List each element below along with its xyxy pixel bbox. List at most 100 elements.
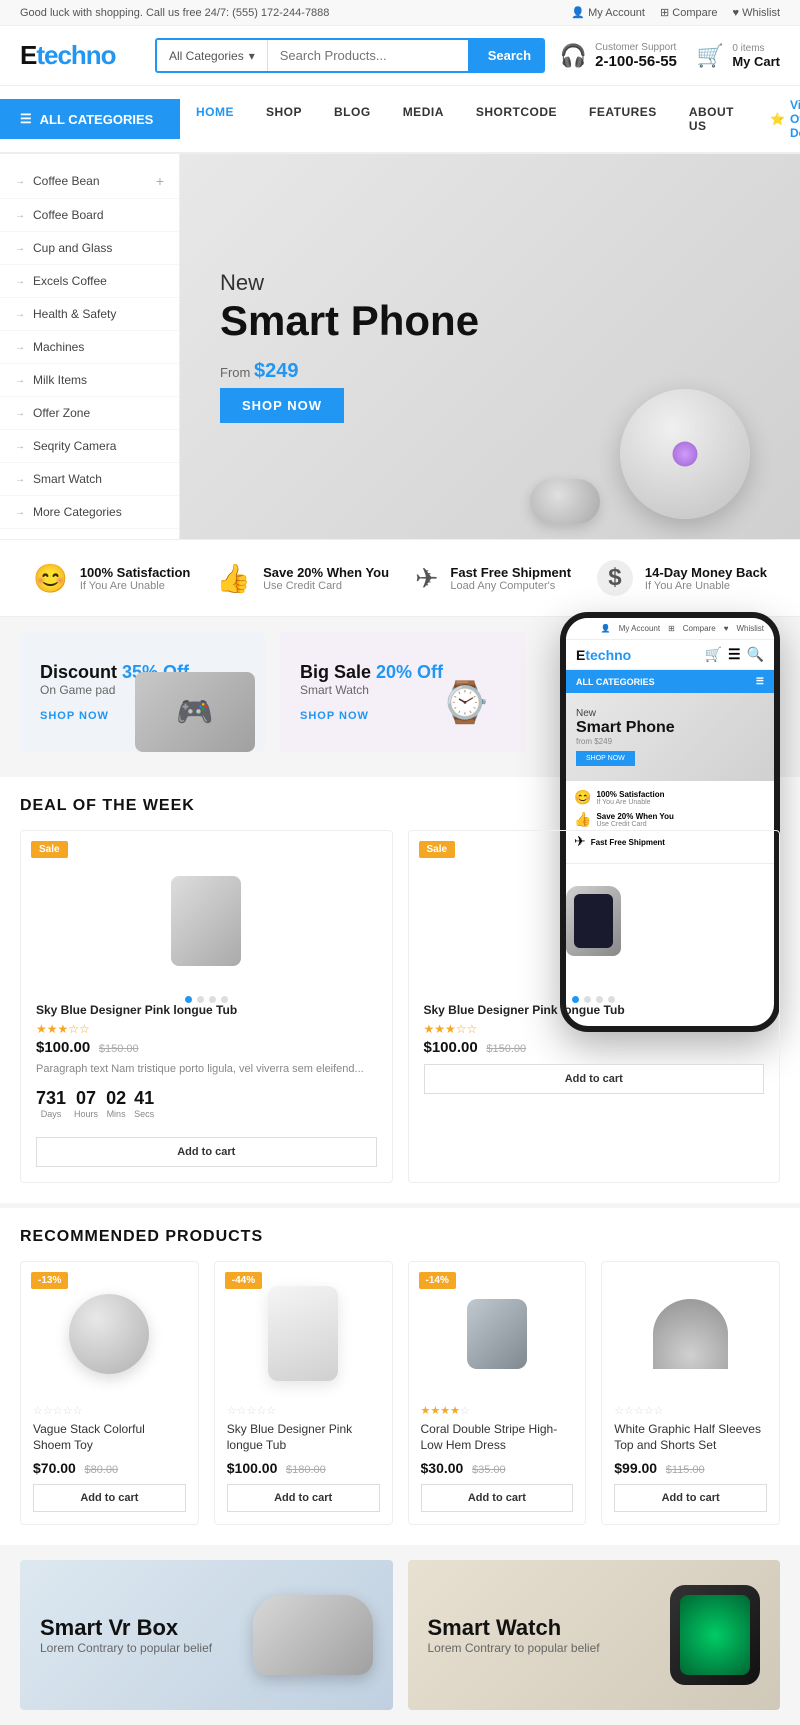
sidebar-item-coffee-bean[interactable]: →Coffee Bean + bbox=[0, 164, 179, 199]
star-icon: ⭐ bbox=[770, 112, 785, 126]
thumbsup-icon: 👍 bbox=[216, 562, 251, 595]
feature-shipment: ✈ Fast Free Shipment Load Any Computer's bbox=[415, 560, 571, 596]
headset-icon: 🎧 bbox=[560, 43, 587, 69]
deal-item-1: Sale Sky Blue Designer Pink longue Tub ★… bbox=[20, 830, 393, 1183]
promo-gamepad: Discount 35% Off On Game pad SHOP NOW 🎮 bbox=[20, 632, 265, 752]
dot bbox=[572, 996, 579, 1003]
category-dropdown[interactable]: All Categories ▾ bbox=[157, 40, 268, 71]
discount-badge-2: -44% bbox=[225, 1272, 262, 1289]
hero-content: New Smart Phone From $249 SHOP NOW bbox=[220, 270, 479, 422]
bottom-banner-vr-title: Smart Vr Box bbox=[40, 1615, 212, 1641]
countdown-days: 731 Days bbox=[36, 1088, 66, 1119]
recommended-section: RECOMMENDED PRODUCTS -13% ☆☆☆☆☆ Vague St… bbox=[0, 1208, 800, 1546]
dot bbox=[185, 996, 192, 1003]
hero-from-label: From $249 bbox=[220, 360, 479, 383]
sidebar-item-milk[interactable]: →Milk Items bbox=[0, 364, 179, 397]
product-add-cart-2[interactable]: Add to cart bbox=[227, 1484, 380, 1512]
product-card-1: -13% ☆☆☆☆☆ Vague Stack Colorful Shoem To… bbox=[20, 1261, 199, 1526]
sidebar-item-health-safety[interactable]: →Health & Safety bbox=[0, 298, 179, 331]
product-pricing-4: $99.00 $115.00 bbox=[614, 1460, 767, 1476]
mobile-mockup-container: 👤 My Account ⊞ Compare ♥ Whislist Etechn… bbox=[540, 632, 780, 752]
sidebar-item-cup-glass[interactable]: →Cup and Glass bbox=[0, 232, 179, 265]
product-add-cart-1[interactable]: Add to cart bbox=[33, 1484, 186, 1512]
product-title-4: White Graphic Half Sleeves Top and Short… bbox=[614, 1421, 767, 1455]
top-bar-message: Good luck with shopping. Call us free 24… bbox=[20, 7, 329, 19]
deal-stars-2: ★★★☆☆ bbox=[424, 1022, 765, 1036]
feature-satisfaction: 😊 100% Satisfaction If You Are Unable bbox=[33, 560, 190, 596]
sidebar-item-smart-watch[interactable]: →Smart Watch bbox=[0, 463, 179, 496]
logo[interactable]: Etechno bbox=[20, 40, 140, 71]
hero-shop-now-button[interactable]: SHOP NOW bbox=[220, 388, 344, 423]
hero-subtitle: New bbox=[220, 270, 479, 296]
deal-price-2: $100.00 bbox=[424, 1039, 478, 1056]
promo-gamepad-link[interactable]: SHOP NOW bbox=[40, 710, 109, 722]
dot bbox=[221, 996, 228, 1003]
my-account-link[interactable]: 👤 My Account bbox=[571, 6, 645, 19]
sidebar-item-more[interactable]: →More Categories bbox=[0, 496, 179, 529]
all-categories-button[interactable]: ☰ ALL CATEGORIES bbox=[0, 99, 180, 139]
dollar-icon: $ bbox=[597, 560, 633, 596]
deal-title-2: Sky Blue Designer Pink longue Tub bbox=[424, 1003, 765, 1017]
product-add-cart-3[interactable]: Add to cart bbox=[421, 1484, 574, 1512]
watch-image: ⌚ bbox=[415, 652, 515, 752]
deal-add-to-cart-2[interactable]: Add to cart bbox=[424, 1064, 765, 1094]
nav-blog[interactable]: BLOG bbox=[318, 93, 387, 145]
wishlist-link[interactable]: ♥ Whislist bbox=[733, 7, 780, 19]
deal-stars-1: ★★★☆☆ bbox=[36, 1022, 377, 1036]
sidebar-item-machines[interactable]: →Machines bbox=[0, 331, 179, 364]
smartwatch-image bbox=[467, 1299, 527, 1369]
portable-speaker-image bbox=[69, 1294, 149, 1374]
mobile-thumbsup-icon: 👍 bbox=[574, 811, 591, 828]
product-pricing-3: $30.00 $35.00 bbox=[421, 1460, 574, 1476]
sidebar-item-excels-coffee[interactable]: →Excels Coffee bbox=[0, 265, 179, 298]
discount-badge-1: -13% bbox=[31, 1272, 68, 1289]
sidebar-item-coffee-board[interactable]: →Coffee Board bbox=[0, 199, 179, 232]
deal-pricing-1: $100.00 $150.00 bbox=[36, 1039, 377, 1056]
search-input[interactable] bbox=[268, 40, 468, 71]
promo-watch: Big Sale 20% Off Smart Watch SHOP NOW ⌚ bbox=[280, 632, 525, 752]
deal-add-to-cart-1[interactable]: Add to cart bbox=[36, 1137, 377, 1167]
dot bbox=[209, 996, 216, 1003]
sale-badge-1: Sale bbox=[31, 841, 68, 858]
mobile-feature-2: 👍 Save 20% When YouUse Credit Card bbox=[574, 811, 766, 828]
deal-title-1: Sky Blue Designer Pink longue Tub bbox=[36, 1003, 377, 1017]
mobile-compare-icon: ⊞ bbox=[668, 624, 675, 633]
product-stars-4: ☆☆☆☆☆ bbox=[614, 1404, 767, 1417]
plane-icon: ✈ bbox=[415, 562, 438, 595]
deal-price-1: $100.00 bbox=[36, 1039, 90, 1056]
mobile-wishlist-icon: ♥ bbox=[724, 624, 729, 633]
dropdown-arrow-icon: ▾ bbox=[249, 49, 255, 63]
offer-deals-link[interactable]: ⭐ View Offer Deals bbox=[750, 86, 800, 152]
product-image-1 bbox=[33, 1274, 186, 1394]
nav-shortcode[interactable]: SHORTCODE bbox=[460, 93, 573, 145]
product-add-cart-4[interactable]: Add to cart bbox=[614, 1484, 767, 1512]
promo-watch-link[interactable]: SHOP NOW bbox=[300, 710, 369, 722]
deal-image-2 bbox=[424, 861, 765, 981]
search-button[interactable]: Search bbox=[468, 40, 545, 71]
nav-features[interactable]: FEATURES bbox=[573, 93, 673, 145]
bottom-banner-vr-desc: Lorem Contrary to popular belief bbox=[40, 1641, 212, 1655]
hero-title: Smart Phone bbox=[220, 298, 479, 344]
sidebar-item-security[interactable]: →Seqrity Camera bbox=[0, 430, 179, 463]
cart-button[interactable]: 🛒 0 items My Cart bbox=[697, 43, 780, 69]
product-image-4 bbox=[614, 1274, 767, 1394]
bottom-banner-watch-title: Smart Watch bbox=[428, 1615, 600, 1641]
nav-home[interactable]: HOME bbox=[180, 93, 250, 145]
top-bar: Good luck with shopping. Call us free 24… bbox=[0, 0, 800, 26]
compare-link[interactable]: ⊞ Compare bbox=[660, 6, 718, 19]
search-area: All Categories ▾ Search bbox=[155, 38, 545, 73]
mobile-shop-now[interactable]: SHOP NOW bbox=[576, 751, 635, 766]
sidebar-item-offer-zone[interactable]: →Offer Zone bbox=[0, 397, 179, 430]
top-bar-links: 👤 My Account ⊞ Compare ♥ Whislist bbox=[571, 6, 780, 19]
header: Etechno All Categories ▾ Search 🎧 Custom… bbox=[0, 26, 800, 86]
bottom-banner-watch-desc: Lorem Contrary to popular belief bbox=[428, 1641, 600, 1655]
countdown-hours: 07 Hours bbox=[74, 1088, 98, 1119]
countdown-mins: 02 Mins bbox=[106, 1088, 126, 1119]
nav-media[interactable]: MEDIA bbox=[387, 93, 460, 145]
product-title-1: Vague Stack Colorful Shoem Toy bbox=[33, 1421, 186, 1455]
discount-badge-3: -14% bbox=[419, 1272, 456, 1289]
mobile-satisfaction-icon: 😊 bbox=[574, 789, 591, 806]
nav-shop[interactable]: SHOP bbox=[250, 93, 318, 145]
deal-item-2: Sale Sky Blue Designer Pink longue Tub ★… bbox=[408, 830, 781, 1183]
nav-about[interactable]: ABOUT US bbox=[673, 93, 750, 145]
